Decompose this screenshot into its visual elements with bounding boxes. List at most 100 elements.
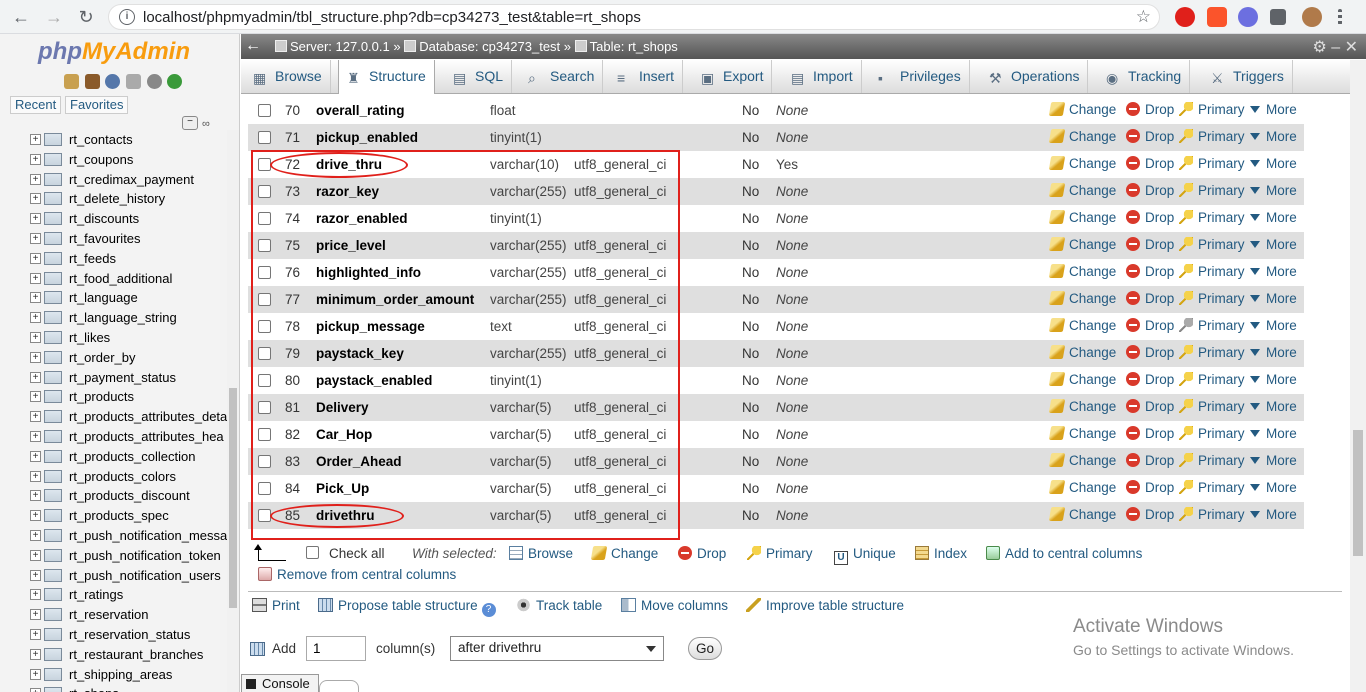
expand-plus-icon[interactable]: + [30, 569, 41, 581]
change-button[interactable]: Change [1048, 480, 1116, 495]
row-checkbox[interactable] [258, 185, 271, 198]
table-icon[interactable] [44, 647, 62, 661]
help-icon[interactable]: ? [481, 603, 496, 617]
drop-button[interactable]: Drop [1126, 210, 1174, 225]
sidebar-item-label[interactable]: rt_products_spec [69, 508, 169, 523]
expand-plus-icon[interactable]: + [30, 411, 41, 423]
profile-avatar[interactable] [1302, 7, 1322, 27]
expand-plus-icon[interactable]: + [30, 252, 41, 264]
url-text[interactable]: localhost/phpmyadmin/tbl_structure.php?d… [143, 9, 641, 26]
drop-button[interactable]: Drop [1126, 237, 1174, 252]
expand-plus-icon[interactable]: + [30, 391, 41, 403]
drop-button[interactable]: Drop [1126, 453, 1174, 468]
phpmyadmin-logo[interactable]: phpMyAdmin [38, 38, 190, 66]
table-icon[interactable] [44, 469, 62, 483]
check-all-label[interactable]: Check all [329, 546, 385, 561]
expand-plus-icon[interactable]: + [30, 510, 41, 522]
sidebar-item-label[interactable]: rt_push_notification_token [69, 548, 221, 563]
more-button[interactable]: More [1250, 453, 1297, 468]
sidebar-item-label[interactable]: rt_reservation_status [69, 627, 190, 642]
sidebar-item-rt-push-notification-token[interactable]: + rt_push_notification_token [0, 546, 228, 566]
change-button[interactable]: Change [1048, 264, 1116, 279]
more-button[interactable]: More [1250, 156, 1297, 171]
sidebar-item-label[interactable]: rt_push_notification_messa [69, 528, 227, 543]
sidebar-item-label[interactable]: rt_products_colors [69, 469, 176, 484]
console-tab[interactable]: Console [241, 674, 319, 692]
change-button[interactable]: Change [1048, 210, 1116, 225]
sidebar-item-rt-reservation-status[interactable]: + rt_reservation_status [0, 625, 228, 645]
expand-plus-icon[interactable]: + [30, 232, 41, 244]
drop-button[interactable]: Drop [1126, 426, 1174, 441]
docs-icon[interactable] [125, 74, 141, 89]
drop-button[interactable]: Drop [1126, 399, 1174, 414]
primary-button[interactable]: Primary [1179, 426, 1245, 441]
change-button[interactable]: Change [1048, 507, 1116, 522]
breadcrumb-database[interactable]: Database: cp34273_test [419, 39, 560, 54]
drop-button[interactable]: Drop [1126, 129, 1174, 144]
primary-button[interactable]: Primary [1179, 264, 1245, 279]
change-button[interactable]: Change [1048, 399, 1116, 414]
change-button[interactable]: Change [1048, 237, 1116, 252]
sidebar-item-rt-ratings[interactable]: + rt_ratings [0, 585, 228, 605]
table-icon[interactable] [44, 212, 62, 226]
primary-button[interactable]: Primary [1179, 156, 1245, 171]
sidebar-item-rt-language[interactable]: + rt_language [0, 288, 228, 308]
primary-button[interactable]: Primary [1179, 129, 1245, 144]
primary-button[interactable]: Primary [1179, 237, 1245, 252]
more-button[interactable]: More [1250, 480, 1297, 495]
expand-plus-icon[interactable]: + [30, 173, 41, 185]
info-icon[interactable]: i [119, 9, 135, 25]
drop-button[interactable]: Drop [1126, 345, 1174, 360]
extensions-puzzle-icon[interactable] [1270, 9, 1286, 25]
expand-plus-icon[interactable]: + [30, 688, 41, 692]
sidebar-item-label[interactable]: rt_delete_history [69, 191, 165, 206]
row-checkbox[interactable] [258, 158, 271, 171]
primary-button[interactable]: Primary [1179, 480, 1245, 495]
expand-plus-icon[interactable]: + [30, 609, 41, 621]
change-button[interactable]: Change [1048, 345, 1116, 360]
bulk-index-button[interactable]: Index [915, 546, 967, 561]
table-icon[interactable] [44, 687, 62, 692]
tab-search[interactable]: ⌕ Search [520, 60, 604, 93]
more-button[interactable]: More [1250, 345, 1297, 360]
bookmark-star-icon[interactable]: ☆ [1136, 7, 1151, 27]
expand-plus-icon[interactable]: + [30, 450, 41, 462]
table-icon[interactable] [44, 251, 62, 265]
drop-button[interactable]: Drop [1126, 318, 1174, 333]
drop-button[interactable]: Drop [1126, 264, 1174, 279]
browser-menu-icon[interactable] [1338, 9, 1342, 25]
opera-extension-icon[interactable] [1175, 7, 1195, 27]
drop-button[interactable]: Drop [1126, 480, 1174, 495]
row-checkbox[interactable] [258, 455, 271, 468]
primary-button[interactable]: Primary [1179, 345, 1245, 360]
table-icon[interactable] [44, 350, 62, 364]
sidebar-item-label[interactable]: rt_coupons [69, 152, 133, 167]
address-bar[interactable]: i localhost/phpmyadmin/tbl_structure.php… [108, 4, 1160, 30]
table-icon[interactable] [44, 311, 62, 325]
table-icon[interactable] [44, 667, 62, 681]
sidebar-item-label[interactable]: rt_restaurant_branches [69, 647, 203, 662]
sidebar-item-label[interactable]: rt_shipping_areas [69, 667, 172, 682]
change-button[interactable]: Change [1048, 453, 1116, 468]
row-checkbox[interactable] [258, 104, 271, 117]
table-icon[interactable] [44, 271, 62, 285]
expand-plus-icon[interactable]: + [30, 272, 41, 284]
sidebar-item-rt-coupons[interactable]: + rt_coupons [0, 150, 228, 170]
tab-export[interactable]: ▣ Export [693, 60, 773, 93]
gear-extension-icon[interactable] [1238, 7, 1258, 27]
bulk-unique-button[interactable]: U Unique [834, 546, 896, 565]
sidebar-item-rt-delete-history[interactable]: + rt_delete_history [0, 189, 228, 209]
table-icon[interactable] [44, 410, 62, 424]
primary-button[interactable]: Primary [1179, 318, 1245, 333]
bulk-browse-button[interactable]: Browse [509, 546, 573, 561]
row-checkbox[interactable] [258, 131, 271, 144]
sidebar-item-rt-products-attributes-deta[interactable]: + rt_products_attributes_deta [0, 407, 228, 427]
expand-plus-icon[interactable]: + [30, 589, 41, 601]
print-link[interactable]: Print [252, 598, 300, 613]
tab-browse[interactable]: ▦ Browse [245, 60, 331, 93]
bulk-change-button[interactable]: Change [590, 546, 658, 561]
table-icon[interactable] [44, 152, 62, 166]
sidebar-item-rt-discounts[interactable]: + rt_discounts [0, 209, 228, 229]
expand-plus-icon[interactable]: + [30, 213, 41, 225]
sidebar-item-label[interactable]: rt_push_notification_users [69, 568, 221, 583]
